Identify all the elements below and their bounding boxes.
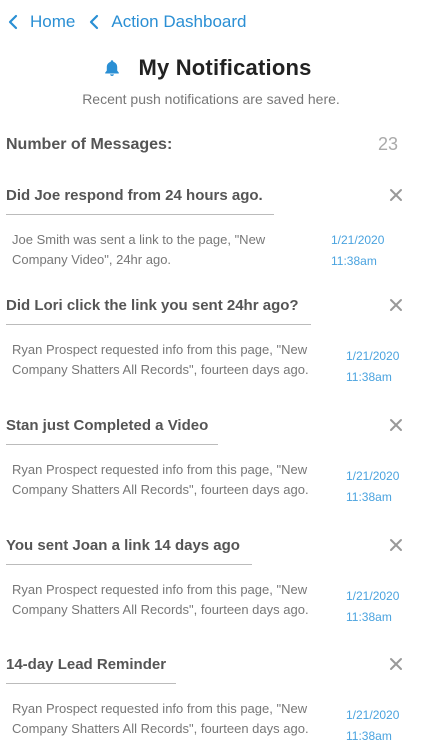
notification-timestamp: 1/21/2020 11:38am bbox=[346, 705, 422, 747]
bell-icon bbox=[102, 58, 122, 78]
notification-body: Joe Smith was sent a link to the page, "… bbox=[12, 232, 266, 267]
page-header: My Notifications bbox=[0, 55, 422, 81]
notification-date: 1/21/2020 bbox=[346, 589, 400, 603]
notification-timestamp: 1/21/2020 11:38am bbox=[331, 230, 411, 272]
notification-date: 1/21/2020 bbox=[346, 708, 400, 722]
notification-timestamp: 1/21/2020 11:38am bbox=[346, 466, 422, 508]
notification-date: 1/21/2020 bbox=[346, 349, 400, 363]
close-icon[interactable] bbox=[388, 187, 404, 203]
notification-time: 11:38am bbox=[346, 729, 392, 743]
chevron-left-icon bbox=[89, 14, 99, 30]
notification-header: Stan just Completed a Video bbox=[6, 413, 406, 437]
notification-date: 1/21/2020 bbox=[346, 469, 400, 483]
message-count-value: 23 bbox=[377, 134, 398, 154]
notification-divider bbox=[6, 683, 176, 684]
notification-divider bbox=[6, 564, 252, 565]
page-subtitle: Recent push notifications are saved here… bbox=[82, 91, 340, 107]
notification-header: 14-day Lead Reminder bbox=[6, 652, 406, 676]
notification-timestamp: 1/21/2020 11:38am bbox=[346, 346, 422, 388]
notification-time: 11:38am bbox=[346, 490, 392, 504]
notification-title: You sent Joan a link 14 days ago bbox=[6, 536, 240, 554]
notification-time: 11:38am bbox=[346, 610, 392, 624]
notification-body: Ryan Prospect requested info from this p… bbox=[12, 462, 309, 497]
notification-date: 1/21/2020 bbox=[331, 233, 385, 247]
notification-title: Did Lori click the link you sent 24hr ag… bbox=[6, 296, 299, 314]
chevron-left-icon bbox=[8, 14, 18, 30]
breadcrumb: Home Action Dashboard bbox=[8, 12, 247, 32]
notification-body: Ryan Prospect requested info from this p… bbox=[12, 701, 309, 736]
breadcrumb-action-dashboard-link[interactable]: Action Dashboard bbox=[89, 12, 247, 32]
close-icon[interactable] bbox=[388, 297, 404, 313]
notification-header: Did Lori click the link you sent 24hr ag… bbox=[6, 293, 406, 317]
breadcrumb-home-link[interactable]: Home bbox=[8, 12, 75, 32]
breadcrumb-home-label: Home bbox=[30, 12, 76, 31]
notification-title: Did Joe respond from 24 hours ago. bbox=[6, 186, 263, 204]
notification-title: 14-day Lead Reminder bbox=[6, 655, 167, 673]
message-count-row: Number of Messages: 23 bbox=[6, 134, 398, 155]
notification-divider bbox=[6, 214, 274, 215]
notification-timestamp: 1/21/2020 11:38am bbox=[346, 586, 422, 628]
notifications-page: Home Action Dashboard My Notifications R… bbox=[0, 0, 422, 750]
message-count-label: Number of Messages: bbox=[6, 135, 173, 153]
notification-title: Stan just Completed a Video bbox=[6, 416, 209, 434]
close-icon[interactable] bbox=[388, 656, 404, 672]
close-icon[interactable] bbox=[388, 537, 404, 553]
notification-header: Did Joe respond from 24 hours ago. bbox=[6, 183, 406, 207]
page-title: My Notifications bbox=[138, 55, 312, 80]
notification-body: Ryan Prospect requested info from this p… bbox=[12, 342, 309, 377]
notification-time: 11:38am bbox=[331, 254, 377, 268]
close-icon[interactable] bbox=[388, 417, 404, 433]
breadcrumb-current-label: Action Dashboard bbox=[111, 12, 247, 31]
notification-body: Ryan Prospect requested info from this p… bbox=[12, 582, 309, 617]
notification-time: 11:38am bbox=[346, 370, 392, 384]
notification-divider bbox=[6, 444, 218, 445]
notification-header: You sent Joan a link 14 days ago bbox=[6, 533, 406, 557]
notification-divider bbox=[6, 324, 311, 325]
